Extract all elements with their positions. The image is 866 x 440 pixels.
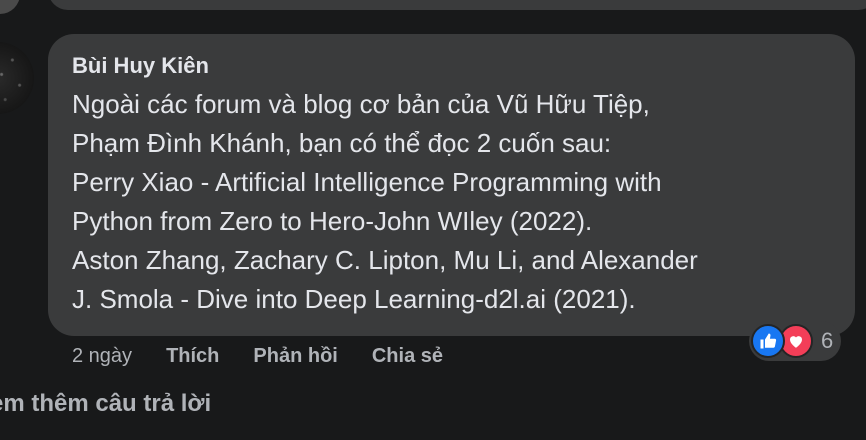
comment-bubble: Bùi Huy Kiên Ngoài các forum và blog cơ … (48, 34, 855, 336)
previous-comment-bubble (48, 0, 866, 10)
comment-text: Ngoài các forum và blog cơ bản của Vũ Hữ… (72, 85, 831, 319)
previous-commenter-avatar[interactable] (0, 0, 20, 14)
like-icon (751, 324, 785, 358)
reactions-summary[interactable]: 6 (749, 321, 842, 361)
view-more-replies-link[interactable]: em thêm câu trả lời (0, 390, 211, 418)
comment-text-line: J. Smola - Dive into Deep Learning-d2l.a… (72, 284, 636, 314)
comment-actions: 2 ngày Thích Phản hồi Chia sẻ (72, 340, 477, 372)
comment-text-line: Perry Xiao - Artificial Intelligence Pro… (72, 167, 662, 197)
avatar[interactable] (0, 42, 34, 114)
comment-text-line: Phạm Đình Khánh, bạn có thể đọc 2 cuốn s… (72, 128, 612, 158)
reply-button[interactable]: Phản hồi (253, 345, 337, 368)
comment-text-line: Aston Zhang, Zachary C. Lipton, Mu Li, a… (72, 245, 698, 275)
comment-text-line: Ngoài các forum và blog cơ bản của Vũ Hữ… (72, 89, 650, 119)
comment-timestamp[interactable]: 2 ngày (72, 345, 132, 368)
like-button[interactable]: Thích (166, 345, 219, 368)
share-button[interactable]: Chia sẻ (372, 345, 443, 368)
comment-text-line: Python from Zero to Hero-John WIley (202… (72, 206, 593, 236)
reaction-count: 6 (821, 328, 834, 353)
comment-author[interactable]: Bùi Huy Kiên (72, 52, 831, 80)
comment-thread: Bùi Huy Kiên Ngoài các forum và blog cơ … (0, 0, 866, 440)
